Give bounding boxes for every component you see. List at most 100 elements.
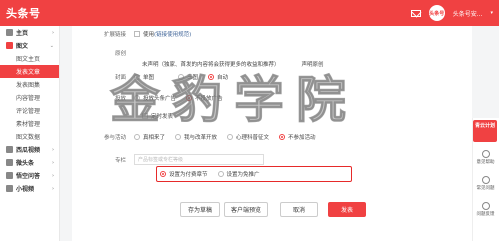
publish-form: 扩展链接 使用 (链接使用规范) 原创 未声明（独家、首发的内容将会获得更多的收… <box>72 26 472 241</box>
sidebar-item-label: 图文主页 <box>16 56 41 63</box>
faq-item[interactable]: 常见问题 <box>472 176 499 191</box>
cover-triple-radio[interactable] <box>178 74 185 80</box>
extend-link-option[interactable]: 使用 (链接使用规范) <box>134 30 191 38</box>
original-declare-option[interactable]: 声明原创 <box>302 60 324 68</box>
extend-link-checkbox[interactable] <box>134 31 140 37</box>
sidebar-item-label: 西瓜视频 <box>16 147 41 154</box>
issue-feedback-item[interactable]: 问题反馈 <box>472 202 499 217</box>
home-icon <box>6 29 13 36</box>
app-logo[interactable]: 头条号 <box>6 5 41 21</box>
activity-none-label: 不参加活动 <box>288 135 316 141</box>
qa-icon <box>6 172 13 179</box>
cover-triple-option[interactable]: 三图 <box>178 73 198 81</box>
cancel-button[interactable]: 取消 <box>280 202 318 217</box>
preview-button[interactable]: 客户端预览 <box>224 202 268 217</box>
sidebar-item-label: 主页 <box>16 30 29 37</box>
extend-link-row: 扩展链接 使用 (链接使用规范) <box>72 30 201 38</box>
cover-label: 封面 <box>114 75 126 81</box>
sidebar-item-label: 内容管理 <box>16 95 41 102</box>
original-options: 未声明（独家、首发的内容将会获得更多的收益和推荐） 声明原创 <box>142 60 334 68</box>
original-row: 原创 <box>72 49 134 57</box>
cover-auto-label: 自动 <box>217 75 229 81</box>
activity-psych-radio[interactable] <box>227 134 234 140</box>
user-name[interactable]: 头条号安... <box>453 9 483 18</box>
publish-button[interactable]: 发表 <box>328 202 366 217</box>
sidebar-item-label: 发表图集 <box>16 82 41 89</box>
ad-enable-option[interactable]: 投放头条广告 <box>134 94 176 102</box>
chevron-down-icon: ⌄ <box>49 42 54 49</box>
activity-reform-radio[interactable] <box>175 134 182 140</box>
chevron-right-icon: › <box>51 172 54 179</box>
cover-auto-radio[interactable] <box>208 74 215 80</box>
chevron-right-icon: › <box>51 159 54 166</box>
activity-truth-radio[interactable] <box>134 134 140 140</box>
cover-single-radio[interactable] <box>134 74 140 80</box>
sidebar-item-article-data[interactable]: 图文数据 <box>0 130 59 143</box>
cover-auto-option[interactable]: 自动 <box>208 73 228 81</box>
activity-opt-psych[interactable]: 心理科普征文 <box>227 133 269 141</box>
schedule-label: 定时发表 <box>151 114 174 120</box>
ad-disable-option[interactable]: 不投放广告 <box>186 94 223 102</box>
top-bar-right: 头条号 头条号安... ▾ <box>410 0 493 26</box>
sidebar-item-label: 评论管理 <box>16 108 41 115</box>
article-icon <box>6 42 13 49</box>
sidebar-item-publish-gallery[interactable]: 发表图集 <box>0 78 59 91</box>
sidebar-item-material-manage[interactable]: 素材管理 <box>0 117 59 130</box>
ad-enable-radio[interactable] <box>134 95 140 101</box>
original-undeclared-option[interactable]: 未声明（独家、首发的内容将会获得更多的收益和推荐） <box>142 60 280 68</box>
original-declare-label: 声明原创 <box>301 62 324 68</box>
schedule-checkbox[interactable] <box>142 113 148 119</box>
micro-headline-icon <box>6 159 13 166</box>
promo-badge[interactable]: 青云计划 <box>473 120 497 142</box>
faq-label: 常见问题 <box>476 186 495 191</box>
activity-none-radio[interactable] <box>279 134 286 140</box>
sidebar-item-article[interactable]: 图文 ⌄ <box>0 39 59 52</box>
help-icon <box>481 150 490 158</box>
chevron-right-icon: › <box>51 146 54 153</box>
video-icon <box>6 146 13 153</box>
feedback-icon <box>481 202 490 210</box>
column-label: 专栏 <box>114 157 126 164</box>
mail-icon[interactable] <box>410 9 421 17</box>
sidebar-item-label: 素材管理 <box>16 121 41 128</box>
cover-single-option[interactable]: 单图 <box>134 73 154 81</box>
save-draft-button[interactable]: 存为草稿 <box>180 202 220 217</box>
activity-truth-label: 真相来了 <box>143 135 166 141</box>
schedule-option[interactable]: 定时发表 <box>142 112 173 120</box>
sidebar: 主页 › 图文 ⌄ 图文主页 发表文章 发表图集 内容管理 评论管理 素材管理 … <box>0 26 60 241</box>
schedule-row: 定时发表 <box>142 112 183 120</box>
issue-feedback-label: 问题反馈 <box>476 212 495 217</box>
activity-reform-label: 我与改革开放 <box>184 135 218 141</box>
ad-disable-radio[interactable] <box>186 95 193 101</box>
ad-disable-label: 不投放广告 <box>195 96 223 102</box>
avatar[interactable]: 头条号 <box>428 5 445 21</box>
sidebar-item-content-manage[interactable]: 内容管理 <box>0 91 59 104</box>
sidebar-item-comment-manage[interactable]: 评论管理 <box>0 104 59 117</box>
sidebar-item-label: 小视频 <box>16 186 35 193</box>
extend-link-option-label: 使用 <box>143 32 155 38</box>
ad-enable-label: 投放头条广告 <box>143 96 177 102</box>
sidebar-item-micro-headline[interactable]: 微头条 › <box>0 156 59 169</box>
sidebar-item-xigua-video[interactable]: 西瓜视频 › <box>0 143 59 156</box>
sidebar-item-label: 发表文章 <box>16 69 41 76</box>
sidebar-item-wukong-qa[interactable]: 悟空问答 › <box>0 169 59 182</box>
sidebar-item-short-video[interactable]: 小视频 › <box>0 182 59 195</box>
cover-row: 封面 单图 三图 自动 <box>72 73 238 81</box>
activity-opt-truth[interactable]: 真相来了 <box>134 133 165 141</box>
activity-opt-reform[interactable]: 我与改革开放 <box>175 133 217 141</box>
feedback-help-item[interactable]: 意见帮助 <box>472 150 499 165</box>
column-row: 专栏 产品标签或专栏等级 <box>72 154 264 165</box>
activity-row: 参与活动 真相来了 我与改革开放 心理科普征文 不参加活动 <box>72 133 326 141</box>
sidebar-item-publish-article[interactable]: 发表文章 <box>0 65 59 78</box>
column-input[interactable]: 产品标签或专栏等级 <box>134 154 264 165</box>
short-video-icon <box>6 185 13 192</box>
sidebar-item-label: 图文数据 <box>16 134 41 141</box>
chevron-right-icon: › <box>51 185 54 192</box>
activity-opt-none[interactable]: 不参加活动 <box>279 133 316 141</box>
ad-row: 投放 投放头条广告 不投放广告 <box>72 94 233 102</box>
link-rules-link[interactable]: (链接使用规范) <box>154 30 191 38</box>
sidebar-item-article-home[interactable]: 图文主页 <box>0 52 59 65</box>
sidebar-item-home[interactable]: 主页 › <box>0 26 59 39</box>
question-icon <box>481 176 490 184</box>
chevron-down-icon[interactable]: ▾ <box>490 10 493 16</box>
